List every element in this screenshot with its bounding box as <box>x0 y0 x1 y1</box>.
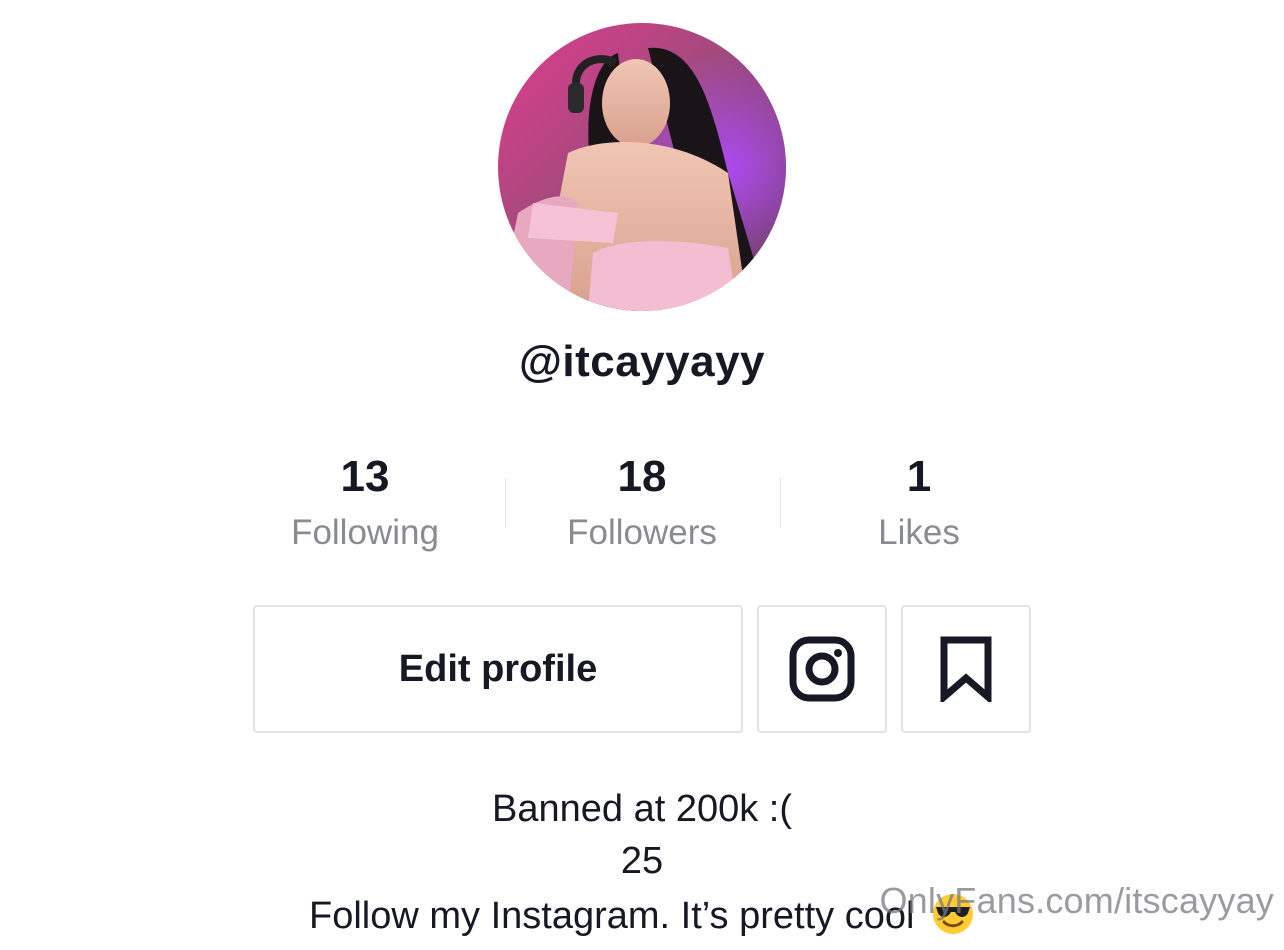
followers-label: Followers <box>567 513 717 552</box>
profile-stats: 13 Following 18 Followers 1 Likes <box>227 452 1057 562</box>
bio-line: Banned at 200k :( <box>492 788 792 830</box>
stat-likes[interactable]: 1 Likes <box>781 452 1057 553</box>
instagram-icon <box>789 636 855 702</box>
instagram-button[interactable] <box>757 605 887 733</box>
bio-text: Follow my Instagram. It’s pretty cool <box>309 895 915 937</box>
profile-photo <box>498 23 786 311</box>
stat-following[interactable]: 13 Following <box>227 452 503 553</box>
followers-count: 18 <box>617 452 667 501</box>
profile-avatar[interactable] <box>498 23 786 311</box>
following-count: 13 <box>340 452 390 501</box>
bookmark-icon <box>940 636 992 702</box>
username: @itcayyayy <box>518 337 766 386</box>
following-label: Following <box>291 513 439 552</box>
likes-count: 1 <box>906 452 932 501</box>
bio-line: 25 <box>620 840 664 882</box>
profile-page: @itcayyayy 13 Following 18 Followers 1 L… <box>0 0 1284 950</box>
edit-profile-button[interactable]: Edit profile <box>253 605 743 733</box>
watermark: OnlyFans.com/itscayyay <box>879 880 1274 921</box>
likes-label: Likes <box>878 513 960 552</box>
bookmark-button[interactable] <box>901 605 1031 733</box>
stat-followers[interactable]: 18 Followers <box>504 452 780 553</box>
